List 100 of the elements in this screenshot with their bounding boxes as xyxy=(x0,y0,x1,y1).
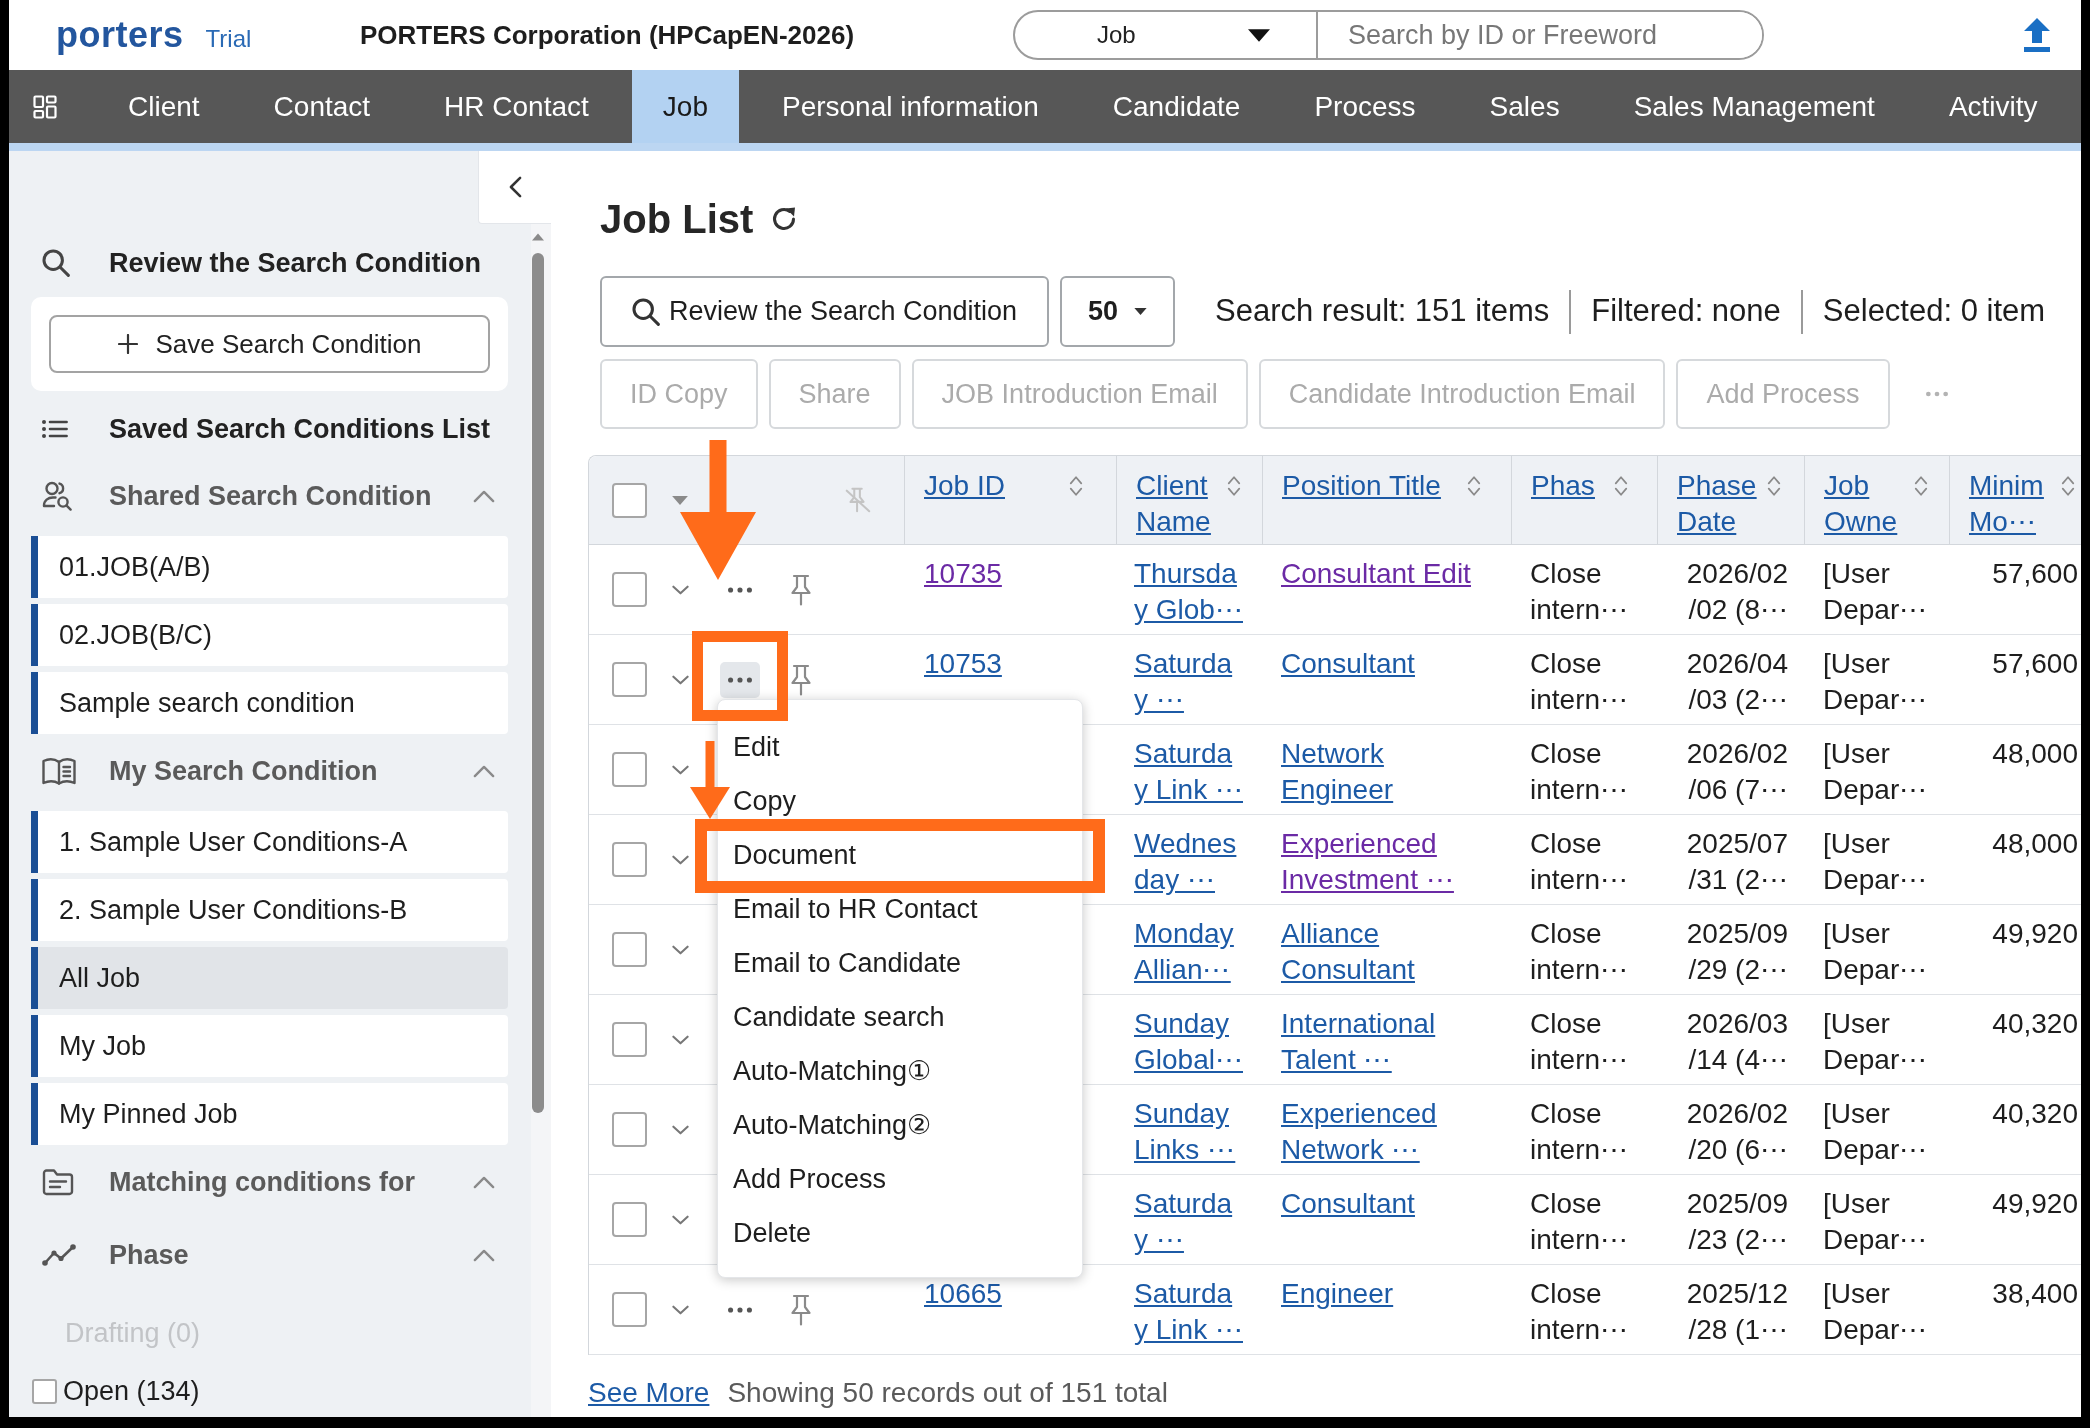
client-link[interactable]: Monday Allian⋯ xyxy=(1134,916,1234,988)
client-link[interactable]: Wednes day ⋯ xyxy=(1134,826,1237,898)
position-link[interactable]: Consultant Edit xyxy=(1281,556,1471,592)
column-sort-link[interactable]: Phas xyxy=(1531,468,1595,504)
nav-tab[interactable]: Client xyxy=(97,70,231,143)
client-link[interactable]: Sunday Global⋯ xyxy=(1134,1006,1243,1078)
section-header[interactable]: Shared Search Condition xyxy=(9,466,531,526)
unpin-icon[interactable] xyxy=(844,486,872,514)
position-link[interactable]: Consultant xyxy=(1281,646,1415,682)
sort-icon[interactable] xyxy=(1614,474,1628,498)
position-link[interactable]: Alliance Consultant xyxy=(1281,916,1415,988)
chevron-down-icon[interactable] xyxy=(672,764,689,775)
menu-item[interactable]: Candidate search xyxy=(733,1001,945,1034)
more-icon[interactable] xyxy=(728,586,752,593)
checkbox[interactable] xyxy=(612,842,647,877)
position-link[interactable]: International Talent ⋯ xyxy=(1281,1006,1436,1078)
position-link[interactable]: Network Engineer xyxy=(1281,736,1394,808)
nav-tab[interactable]: Job xyxy=(631,70,739,143)
saved-condition-item[interactable]: My Pinned Job xyxy=(31,1083,508,1145)
checkbox[interactable] xyxy=(612,1292,647,1327)
nav-tab[interactable]: Candidate xyxy=(1081,70,1272,143)
scrollbar-thumb[interactable] xyxy=(532,253,544,1113)
position-link[interactable]: Consultant xyxy=(1281,1186,1415,1222)
sort-icon[interactable] xyxy=(1767,474,1781,498)
saved-condition-item[interactable]: 01.JOB(A/B) xyxy=(31,536,508,598)
chevron-down-icon[interactable] xyxy=(672,674,689,685)
saved-condition-item[interactable]: 1. Sample User Conditions-A xyxy=(31,811,508,873)
section-header[interactable]: My Search Condition xyxy=(9,741,531,801)
more-button[interactable] xyxy=(720,661,760,698)
client-link[interactable]: Thursda y Glob⋯ xyxy=(1134,556,1243,628)
pin-icon[interactable] xyxy=(790,573,812,606)
sort-icon[interactable] xyxy=(1467,474,1481,498)
sort-icon[interactable] xyxy=(2061,474,2075,498)
column-sort-link[interactable]: Position Title xyxy=(1282,468,1441,504)
refresh-icon[interactable] xyxy=(771,206,798,232)
see-more-link[interactable]: See More xyxy=(588,1372,710,1414)
review-condition-button[interactable]: Review the Search Condition xyxy=(600,276,1049,347)
checkbox[interactable] xyxy=(612,482,647,518)
position-link[interactable]: Engineer xyxy=(1281,1276,1394,1312)
column-sort-link[interactable]: Job Owne xyxy=(1824,468,1898,540)
checkbox[interactable] xyxy=(612,1202,647,1237)
column-sort-link[interactable]: Client Name xyxy=(1136,468,1211,540)
chevron-down-icon[interactable] xyxy=(672,944,689,955)
page-size-select[interactable]: 50 xyxy=(1060,276,1175,347)
menu-item[interactable]: Add Process xyxy=(733,1163,887,1196)
menu-item[interactable]: Document xyxy=(733,839,857,872)
checkbox[interactable] xyxy=(612,1112,647,1147)
saved-condition-item[interactable]: My Job xyxy=(31,1015,508,1077)
nav-tab[interactable]: Personal information xyxy=(750,70,1070,143)
search-bar[interactable]: Job Search by ID or Freeword xyxy=(1013,10,1764,60)
menu-item[interactable]: Copy xyxy=(733,785,797,818)
menu-item[interactable]: Delete xyxy=(733,1217,812,1250)
checkbox[interactable] xyxy=(612,662,647,697)
checkbox[interactable] xyxy=(612,932,647,967)
nav-tab[interactable]: Activity xyxy=(1917,70,2069,143)
more-icon[interactable] xyxy=(728,1306,752,1313)
nav-tab[interactable]: Process xyxy=(1283,70,1447,143)
menu-item[interactable]: Auto-Matching① xyxy=(733,1055,932,1088)
logo-wordmark[interactable]: porters xyxy=(56,13,184,57)
menu-item[interactable]: Edit xyxy=(733,731,780,764)
record-number-link[interactable]: 10665 xyxy=(924,1276,1002,1312)
saved-conditions-link[interactable]: Saved Search Conditions List xyxy=(9,399,501,459)
saved-condition-item[interactable]: All Job xyxy=(31,947,508,1009)
filter-label[interactable]: Open (134) xyxy=(63,1370,200,1412)
chevron-down-icon[interactable] xyxy=(672,1034,689,1045)
client-link[interactable]: Saturda y Link ⋯ xyxy=(1134,736,1243,808)
section-header[interactable]: Matching conditions for xyxy=(9,1152,531,1212)
menu-item[interactable]: Email to Candidate xyxy=(733,947,962,980)
client-link[interactable]: Saturda y ⋯ xyxy=(1134,646,1233,718)
chevron-down-icon[interactable] xyxy=(672,1304,689,1315)
saved-condition-item[interactable]: Sample search condition xyxy=(31,672,508,734)
caret-down-icon[interactable] xyxy=(672,495,688,505)
saved-condition-item[interactable]: 02.JOB(B/C) xyxy=(31,604,508,666)
nav-tab[interactable]: Sales Management xyxy=(1602,70,1906,143)
chevron-down-icon[interactable] xyxy=(672,1124,689,1135)
pin-icon[interactable] xyxy=(790,663,812,696)
client-link[interactable]: Saturda y ⋯ xyxy=(1134,1186,1233,1258)
checkbox[interactable] xyxy=(32,1378,57,1404)
checkbox[interactable] xyxy=(612,752,647,787)
sort-icon[interactable] xyxy=(1069,474,1083,498)
checkbox[interactable] xyxy=(612,572,647,607)
upload-icon[interactable] xyxy=(2024,18,2050,52)
chevron-down-icon[interactable] xyxy=(672,854,689,865)
menu-item[interactable]: Auto-Matching② xyxy=(733,1109,932,1142)
client-link[interactable]: Saturda y Link ⋯ xyxy=(1134,1276,1243,1348)
checkbox[interactable] xyxy=(612,1022,647,1057)
column-sort-link[interactable]: Phase Date xyxy=(1677,468,1757,540)
chevron-down-icon[interactable] xyxy=(672,1214,689,1225)
sort-icon[interactable] xyxy=(1914,474,1928,498)
column-sort-link[interactable]: Minim Mo⋯ xyxy=(1969,468,2044,540)
record-number-link[interactable]: 10753 xyxy=(924,646,1002,682)
position-link[interactable]: Experienced Investment ⋯ xyxy=(1281,826,1454,898)
nav-tab[interactable]: HR Contact xyxy=(413,70,620,143)
save-condition-button[interactable]: Save Search Condition xyxy=(49,315,490,373)
position-link[interactable]: Experienced Network ⋯ xyxy=(1281,1096,1437,1168)
menu-item[interactable]: Email to HR Contact xyxy=(733,893,978,926)
apps-grid-icon[interactable] xyxy=(33,94,57,119)
nav-tab[interactable]: Sales xyxy=(1458,70,1591,143)
saved-condition-item[interactable]: 2. Sample User Conditions-B xyxy=(31,879,508,941)
nav-tab[interactable]: Contact xyxy=(242,70,402,143)
